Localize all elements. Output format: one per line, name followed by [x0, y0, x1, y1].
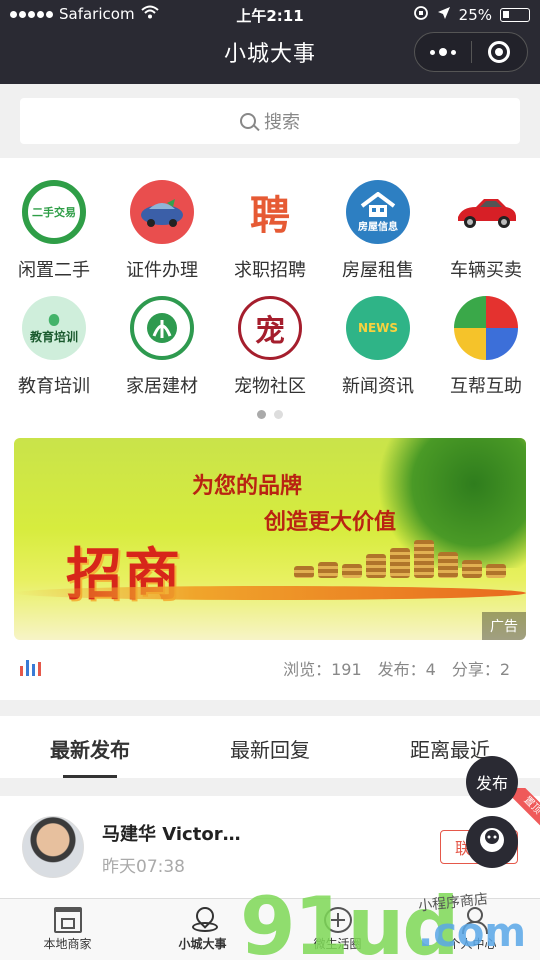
- search-placeholder: 搜索: [264, 112, 300, 133]
- service-avatar-icon: [477, 825, 507, 859]
- category-label: 房屋租售: [342, 260, 414, 281]
- watermark-domain: .com: [418, 910, 527, 956]
- category-label: 新闻资讯: [342, 376, 414, 397]
- category-label: 求职招聘: [234, 260, 306, 281]
- building-materials-icon: [130, 296, 194, 360]
- category-secondhand[interactable]: 二手交易 闲置二手: [0, 180, 108, 282]
- category-label: 教育培训: [18, 376, 90, 397]
- location-arrow-icon: [437, 6, 451, 24]
- tab-latest-posts[interactable]: 最新发布: [0, 716, 180, 778]
- banner-line2: 创造更大价值: [264, 509, 397, 535]
- category-building-materials[interactable]: 家居建材: [108, 296, 216, 398]
- views-count: 浏览：191: [283, 660, 362, 679]
- feed-tabs: 最新发布 最新回复 距离最近: [0, 716, 540, 778]
- battery-icon: [500, 8, 530, 22]
- customer-service-button[interactable]: [466, 816, 518, 868]
- banner-section: 为您的品牌 创造更大价值 招商 广告 浏览：191 发布：4 分享：2: [0, 426, 540, 700]
- battery-percent: 25%: [458, 6, 492, 24]
- close-miniprogram-button[interactable]: [472, 41, 528, 63]
- banner-line1: 为您的品牌: [192, 473, 303, 499]
- ad-badge: 广告: [482, 612, 526, 640]
- education-icon: 教育培训: [22, 296, 86, 360]
- publish-button[interactable]: 发布: [466, 756, 518, 808]
- location-icon: [189, 907, 218, 933]
- category-pets[interactable]: 宠 宠物社区: [216, 296, 324, 398]
- coin-stacks-graphic: [294, 538, 514, 578]
- swoosh-graphic: [14, 586, 526, 600]
- category-label: 互帮互助: [450, 376, 522, 397]
- category-grid: 二手交易 闲置二手 证件办理 聘 求职招聘 房屋信息 房屋租售 车辆买卖 教育培…: [0, 158, 540, 426]
- tab-latest-replies[interactable]: 最新回复: [180, 716, 360, 778]
- post-time: 昨天07:38: [102, 857, 185, 877]
- pet-icon: 宠: [238, 296, 302, 360]
- category-jobs[interactable]: 聘 求职招聘: [216, 180, 324, 282]
- top-bar: Safaricom 上午2:11 25% 小城大事: [0, 0, 540, 84]
- avatar[interactable]: [22, 816, 84, 878]
- tab-label: 本地商家: [43, 937, 92, 951]
- hiring-icon: 聘: [238, 180, 302, 244]
- category-documents[interactable]: 证件办理: [108, 180, 216, 282]
- category-label: 宠物社区: [234, 376, 306, 397]
- pager-dot[interactable]: [274, 410, 283, 419]
- more-button[interactable]: [415, 48, 471, 56]
- category-label: 家居建材: [126, 376, 198, 397]
- posts-count: 发布：4: [377, 660, 436, 679]
- status-bar: Safaricom 上午2:11 25%: [0, 0, 540, 28]
- car-document-icon: [130, 180, 194, 244]
- grid-pager: [0, 410, 540, 419]
- category-label: 车辆买卖: [450, 260, 522, 281]
- search-icon: [240, 113, 256, 129]
- house-icon: 房屋信息: [346, 180, 410, 244]
- category-news[interactable]: NEWS 新闻资讯: [324, 296, 432, 398]
- shop-icon: [53, 907, 82, 933]
- shares-count: 分享：2: [451, 660, 510, 679]
- target-icon: [488, 41, 511, 63]
- secondhand-icon: 二手交易: [22, 180, 86, 244]
- red-car-icon: [454, 180, 518, 244]
- news-icon: NEWS: [346, 296, 410, 360]
- search-section: 搜索: [0, 84, 540, 158]
- stats-chart-icon: [20, 660, 41, 676]
- miniprogram-capsule: [414, 32, 528, 72]
- post-username[interactable]: 马建华 Victor…: [102, 820, 241, 846]
- stats-row: 浏览：191 发布：4 分享：2: [20, 656, 510, 680]
- pager-dot-active[interactable]: [257, 410, 266, 419]
- category-housing[interactable]: 房屋信息 房屋租售: [324, 180, 432, 282]
- category-label: 证件办理: [126, 260, 198, 281]
- category-education[interactable]: 教育培训 教育培训: [0, 296, 108, 398]
- help-icon: [454, 296, 518, 360]
- lock-rotation-icon: [413, 5, 429, 25]
- category-vehicles[interactable]: 车辆买卖: [432, 180, 540, 282]
- category-mutual-help[interactable]: 互帮互助: [432, 296, 540, 398]
- search-bar[interactable]: 搜索: [20, 98, 520, 144]
- ad-banner[interactable]: 为您的品牌 创造更大价值 招商 广告: [14, 438, 526, 640]
- category-label: 闲置二手: [18, 260, 90, 281]
- tab-local-merchants[interactable]: 本地商家: [0, 899, 135, 960]
